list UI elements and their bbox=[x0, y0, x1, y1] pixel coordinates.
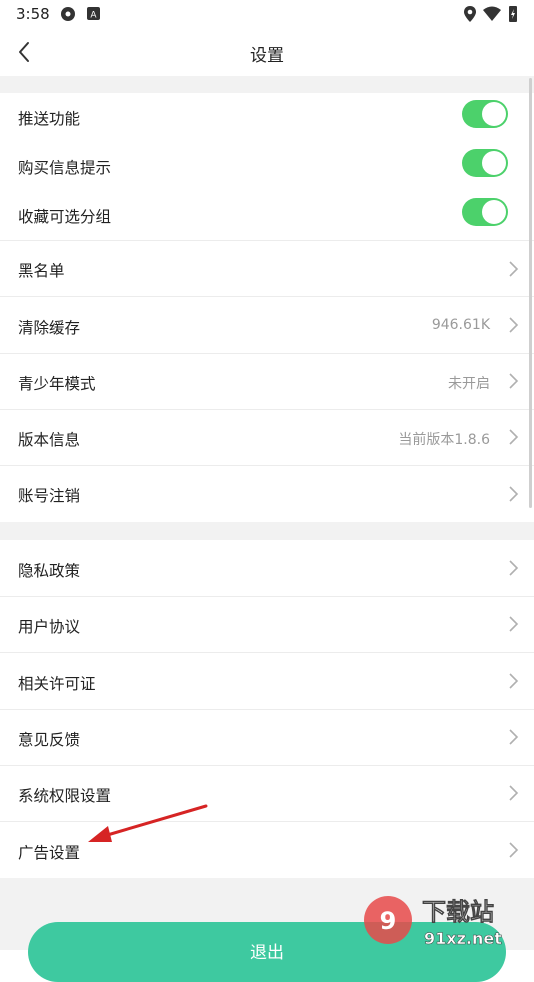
svg-text:9: 9 bbox=[380, 907, 397, 935]
wifi-icon bbox=[483, 6, 501, 21]
push-toggle[interactable] bbox=[462, 100, 508, 128]
row-label: 推送功能 bbox=[18, 110, 81, 128]
chevron-right-icon bbox=[509, 373, 519, 389]
row-label: 用户协议 bbox=[18, 618, 81, 636]
chevron-right-icon bbox=[509, 429, 519, 445]
section-gap bbox=[0, 522, 534, 540]
chevron-right-icon bbox=[509, 261, 519, 277]
row-label: 购买信息提示 bbox=[18, 159, 112, 177]
battery-icon bbox=[509, 6, 517, 22]
status-bar: 3:58 A bbox=[0, 0, 534, 28]
row-label: 青少年模式 bbox=[18, 375, 96, 393]
settings-row-version[interactable]: 版本信息 当前版本1.8.6 bbox=[0, 410, 534, 465]
cache-size-value: 946.61K bbox=[431, 317, 490, 333]
status-time: 3:58 bbox=[16, 5, 50, 23]
row-label: 清除缓存 bbox=[18, 319, 81, 337]
row-label: 广告设置 bbox=[18, 844, 81, 862]
favorite-group-toggle[interactable] bbox=[462, 198, 508, 226]
settings-row-account-deletion[interactable]: 账号注销 bbox=[0, 466, 534, 522]
watermark-text-url: 91xz.net bbox=[424, 929, 502, 948]
settings-row-favorite-group: 收藏可选分组 bbox=[0, 189, 534, 240]
settings-row-feedback[interactable]: 意见反馈 bbox=[0, 710, 534, 765]
version-value: 当前版本1.8.6 bbox=[398, 432, 490, 448]
scrollbar[interactable] bbox=[529, 78, 532, 508]
teen-mode-value: 未开启 bbox=[448, 376, 490, 392]
row-label: 隐私政策 bbox=[18, 562, 81, 580]
vpn-icon bbox=[61, 7, 75, 21]
settings-row-privacy[interactable]: 隐私政策 bbox=[0, 540, 534, 596]
svg-text:A: A bbox=[90, 11, 97, 21]
top-bar: 设置 bbox=[0, 28, 534, 76]
purchase-tips-toggle[interactable] bbox=[462, 149, 508, 177]
row-label: 版本信息 bbox=[18, 431, 81, 449]
row-label: 意见反馈 bbox=[18, 731, 81, 749]
settings-row-push: 推送功能 bbox=[0, 93, 534, 141]
annotation-arrow-icon bbox=[88, 804, 208, 842]
section-gap bbox=[0, 76, 534, 93]
chevron-right-icon bbox=[509, 317, 519, 333]
settings-row-user-agreement[interactable]: 用户协议 bbox=[0, 597, 534, 652]
a-notification-icon: A bbox=[87, 7, 100, 21]
settings-row-teen-mode[interactable]: 青少年模式 未开启 bbox=[0, 354, 534, 409]
settings-row-purchase-tips: 购买信息提示 bbox=[0, 141, 534, 189]
row-label: 账号注销 bbox=[18, 487, 81, 505]
row-label: 黑名单 bbox=[18, 262, 65, 280]
chevron-right-icon bbox=[509, 560, 519, 576]
chevron-right-icon bbox=[509, 785, 519, 801]
location-icon bbox=[464, 6, 476, 22]
chevron-right-icon bbox=[509, 486, 519, 502]
chevron-right-icon bbox=[509, 842, 519, 858]
chevron-right-icon bbox=[509, 729, 519, 745]
settings-row-clear-cache[interactable]: 清除缓存 946.61K bbox=[0, 297, 534, 353]
row-label: 相关许可证 bbox=[18, 675, 96, 693]
settings-row-blacklist[interactable]: 黑名单 bbox=[0, 241, 534, 296]
row-label: 收藏可选分组 bbox=[18, 208, 112, 226]
watermark-text-main: 下载站 bbox=[422, 898, 494, 926]
settings-row-licenses[interactable]: 相关许可证 bbox=[0, 653, 534, 709]
chevron-right-icon bbox=[509, 616, 519, 632]
site-watermark: 9 下载站 91xz.net bbox=[364, 896, 502, 948]
chevron-right-icon bbox=[509, 673, 519, 689]
page-title: 设置 bbox=[250, 46, 284, 66]
